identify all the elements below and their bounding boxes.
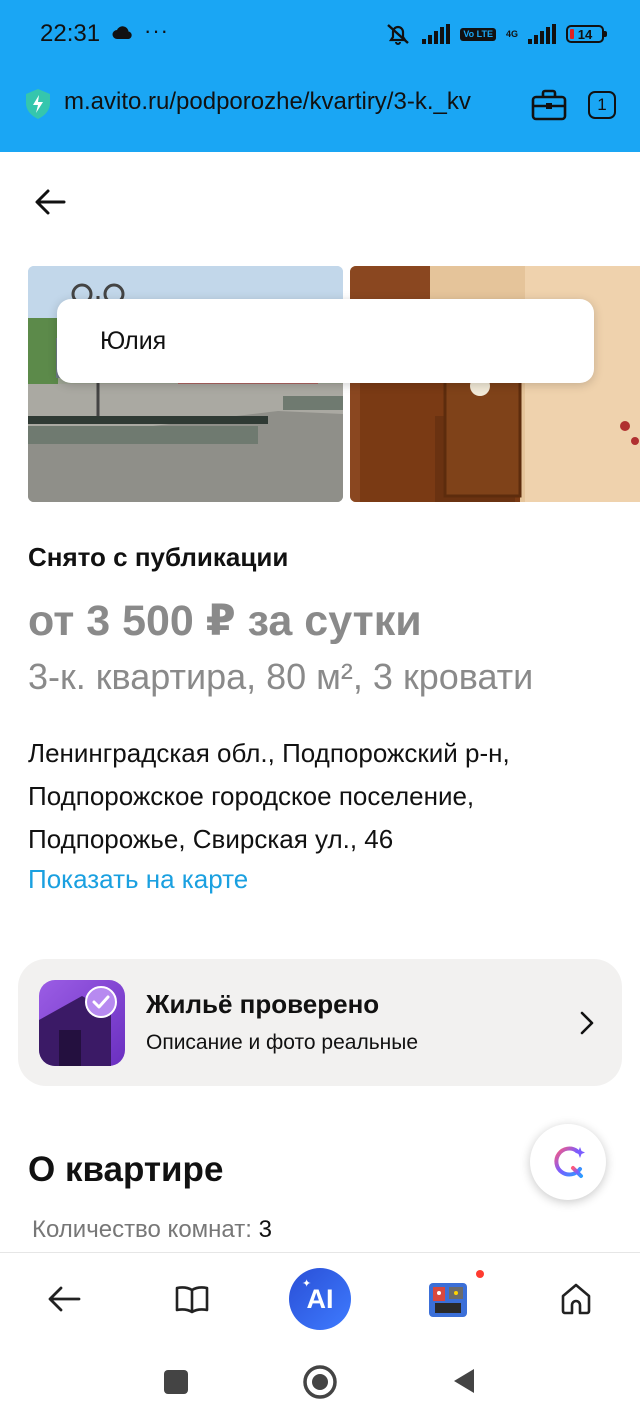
status-time: 22:31: [40, 20, 101, 47]
battery-icon: 14: [566, 25, 607, 43]
battery-level: 14: [577, 26, 593, 42]
browser-top-bar: 22:31 ··· Vo LTE 4G 14 m.avito.ru/podpor…: [0, 0, 640, 152]
listing-status: Снято с публикации: [28, 542, 289, 572]
game-button[interactable]: [418, 1253, 478, 1345]
address-line: Подпорожское городское поселение,: [28, 781, 475, 811]
ai-button[interactable]: ✦ AI: [286, 1253, 354, 1345]
rooms-count-row: Количество комнат: 3: [32, 1216, 272, 1244]
game-avatar-icon: [429, 1283, 467, 1317]
bookmarks-button[interactable]: [162, 1253, 222, 1345]
status-icons: Vo LTE 4G 14: [384, 20, 607, 48]
ai-assistant-icon: [554, 1146, 585, 1178]
cloud-icon: [112, 26, 132, 39]
tabs-icon[interactable]: 1: [588, 91, 616, 119]
url-field[interactable]: m.avito.ru/podporozhe/kvartiry/3-k._kv: [64, 88, 514, 116]
address-line: Подпорожье, Свирская ул., 46: [28, 824, 394, 854]
show-on-map-link[interactable]: Показать на карте: [28, 864, 248, 895]
back-icon: [48, 1286, 81, 1312]
back-triangle-icon[interactable]: [450, 1366, 478, 1396]
home-icon: [561, 1283, 591, 1315]
verified-house-icon: [39, 980, 125, 1066]
status-more-dots: ···: [144, 18, 169, 43]
browser-back-button[interactable]: [34, 1253, 94, 1345]
home-circle-icon[interactable]: [302, 1364, 338, 1400]
address-line: Ленинградская обл., Подпорожский р-н,: [28, 738, 510, 768]
verified-title: Жильё проверено: [146, 989, 380, 1019]
signal-icon-2: [528, 24, 556, 44]
recents-square-icon[interactable]: [162, 1368, 190, 1396]
seller-card[interactable]: Юлия: [57, 299, 594, 383]
chevron-right-icon: [580, 1011, 594, 1035]
seller-name: Юлия: [100, 327, 167, 355]
about-heading: О квартире: [28, 1150, 224, 1189]
notification-dot: [476, 1270, 484, 1278]
listing-title: 3-к. квартира, 80 м², 3 кровати: [28, 656, 534, 697]
mute-icon: [387, 24, 410, 45]
signal-icon: [422, 24, 451, 44]
ai-assistant-button[interactable]: [530, 1124, 606, 1200]
briefcase-icon[interactable]: [530, 88, 568, 122]
browser-bottom-bar: ✦ AI: [0, 1252, 640, 1345]
rooms-label: Количество комнат:: [32, 1216, 252, 1243]
listing-address: Ленинградская обл., Подпорожский р-н, По…: [28, 732, 628, 861]
back-arrow-icon[interactable]: [30, 182, 70, 222]
verified-subtitle: Описание и фото реальные: [146, 1031, 419, 1054]
verified-banner[interactable]: Жильё проверено Описание и фото реальные: [18, 959, 622, 1086]
rooms-value: 3: [258, 1216, 272, 1243]
volte-badge: Vo LTE: [460, 27, 496, 41]
home-button[interactable]: [546, 1253, 606, 1345]
listing-price: от 3 500 ₽ за сутки: [28, 597, 422, 645]
ai-icon: ✦ AI: [289, 1268, 351, 1330]
network-4g: 4G: [505, 28, 518, 39]
shield-icon[interactable]: [24, 88, 52, 120]
book-icon: [175, 1286, 209, 1314]
system-nav-bar: [0, 1344, 640, 1422]
